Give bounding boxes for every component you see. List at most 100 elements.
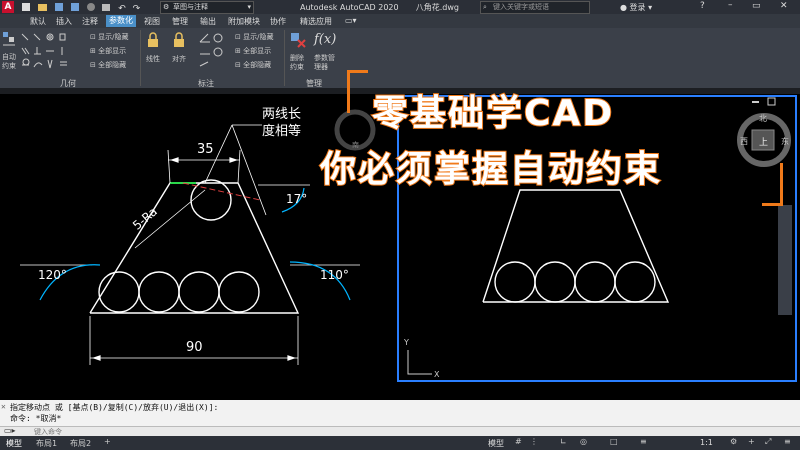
delete-constraints-label: 删除约束 — [290, 54, 304, 71]
show-hide-button-2[interactable]: ⊡ 显示/隐藏 — [235, 32, 273, 42]
show-all-icon: ⊞ — [235, 47, 244, 55]
ribbon-tab-bar: 默认 插入 注释 参数化 视图 管理 输出 附加模块 协作 精选应用 ▭▾ — [0, 14, 800, 28]
lineweight-icon[interactable]: ≡ — [640, 437, 647, 446]
help-icon[interactable]: ? — [700, 1, 705, 11]
angular-icon — [199, 33, 210, 43]
bottom-circle-3[interactable] — [178, 271, 220, 313]
hide-all-button-2[interactable]: ⊟ 全部隐藏 — [235, 60, 271, 70]
workspace-label: 草图与注释 — [173, 3, 208, 11]
banner-corner-bottom-right — [762, 163, 783, 206]
search-input[interactable]: ⌕ 键入关键字或短语 — [480, 1, 590, 14]
close-icon[interactable]: ✕ — [780, 1, 788, 11]
print-icon[interactable] — [102, 4, 111, 11]
aligned-dimension-button[interactable]: 对齐 — [172, 32, 194, 63]
binoculars-icon: ⌕ — [483, 3, 487, 11]
chevron-down-icon: ▾ — [247, 3, 251, 11]
tab-insert[interactable]: 插入 — [56, 16, 72, 27]
save-as-icon[interactable] — [70, 3, 79, 11]
fullscreen-icon[interactable]: ⤢ — [765, 437, 771, 447]
maximize-icon[interactable]: ▭ — [752, 1, 761, 11]
user-login[interactable]: ● 登录 ▾ — [620, 2, 652, 13]
file-name: 八角花.dwg — [415, 3, 459, 12]
trapezoid-outline[interactable] — [89, 182, 300, 314]
layout-tab-layout1[interactable]: 布局1 — [36, 438, 57, 449]
gear-icon[interactable]: ⚙ — [730, 437, 737, 446]
bottom-circle-1[interactable] — [98, 271, 140, 313]
status-bar: 模型 布局1 布局2 + 模型 # ⋮ ∟ ◎ □ ≡ 1:1 ⚙ + ⤢ ≡ — [0, 436, 800, 450]
search-placeholder: 键入关键字或短语 — [493, 3, 549, 11]
grid-icon[interactable]: # — [515, 437, 522, 446]
open-file-icon[interactable] — [37, 4, 47, 11]
redo-icon[interactable]: ↷ — [133, 4, 141, 14]
ribbon-options-icon[interactable]: ▭▾ — [345, 16, 357, 25]
divider — [140, 30, 141, 86]
tab-default[interactable]: 默认 — [30, 16, 46, 27]
tab-output[interactable]: 输出 — [200, 16, 216, 27]
bottom-circle-2[interactable] — [138, 271, 180, 313]
fix-icon — [59, 33, 66, 41]
linear-dimension-button[interactable]: 线性 — [146, 32, 168, 63]
tab-manage[interactable]: 管理 — [172, 16, 188, 27]
minimize-icon[interactable]: – — [728, 0, 733, 10]
dim-label-35[interactable]: 35 — [197, 142, 214, 157]
undo-icon[interactable]: ↶ — [118, 4, 126, 14]
diameter-icon — [213, 47, 223, 57]
menu-icon[interactable]: ≡ — [784, 437, 791, 446]
save-icon[interactable] — [54, 3, 63, 11]
polar-icon[interactable]: ◎ — [580, 437, 587, 446]
login-label: 登录 — [629, 3, 646, 12]
aligned-label: 对齐 — [172, 55, 186, 63]
show-all-icon: ⊞ — [90, 47, 99, 55]
tab-annotate[interactable]: 注释 — [82, 16, 98, 27]
snap-icon[interactable]: ⋮ — [530, 437, 538, 446]
add-layout-icon[interactable]: + — [104, 437, 111, 446]
layout-tab-model[interactable]: 模型 — [6, 438, 22, 449]
delete-constraints-icon — [291, 33, 306, 48]
autocad-logo-icon[interactable]: A — [2, 1, 14, 13]
auto-constrain-icon — [3, 32, 15, 46]
model-space-button[interactable]: 模型 — [488, 438, 504, 449]
tab-parametric[interactable]: 参数化 — [106, 15, 136, 27]
navigation-bar[interactable] — [778, 205, 792, 315]
command-close-icon[interactable]: ✕ — [1, 402, 6, 411]
show-hide-icon: ⊡ — [235, 33, 244, 41]
bottom-circle-4[interactable] — [218, 271, 260, 313]
command-history-line1: 指定移动点 或 [基点(B)/复制(C)/放弃(U)/退出(X)]: — [10, 403, 219, 412]
osnap-icon[interactable]: □ — [610, 437, 618, 446]
tab-collaborate[interactable]: 协作 — [270, 16, 286, 27]
annotation-scale[interactable]: 1:1 — [700, 438, 713, 447]
delete-constraints-button[interactable]: 删除约束 — [290, 32, 310, 71]
equal-icon — [60, 61, 67, 66]
parameters-manager-button[interactable]: f(x) 参数管理器 — [314, 32, 338, 71]
window-title: Autodesk AutoCAD 2020 八角花.dwg — [300, 2, 459, 13]
angle-label-110[interactable]: 110° — [320, 268, 349, 282]
show-all-button-1[interactable]: ⊞ 全部显示 — [90, 46, 126, 56]
plus-icon[interactable]: + — [748, 437, 755, 446]
tab-view[interactable]: 视图 — [144, 16, 160, 27]
workspace-selector[interactable]: ⚙ 草图与注释 ▾ — [160, 1, 254, 14]
angle-label-120[interactable]: 120° — [38, 268, 67, 282]
quick-access-toolbar: ↶ ↷ — [22, 3, 144, 14]
radius-icon — [213, 33, 223, 43]
angle-label-17[interactable]: 17° — [286, 192, 307, 206]
web-icon[interactable] — [86, 3, 95, 11]
collinear-icon — [33, 33, 41, 41]
dim-label-90[interactable]: 90 — [186, 340, 203, 355]
fx-icon: f(x) — [314, 32, 337, 47]
show-hide-button-1[interactable]: ⊡ 显示/隐藏 — [90, 32, 128, 42]
auto-constrain-label: 自动约束 — [2, 53, 16, 70]
show-all-button-2[interactable]: ⊞ 全部显示 — [235, 46, 271, 56]
linear-label: 线性 — [146, 55, 160, 63]
tab-featured-apps[interactable]: 精选应用 — [300, 16, 332, 27]
auto-constrain-button[interactable]: 自动约束 — [2, 31, 18, 70]
layout-tab-layout2[interactable]: 布局2 — [70, 438, 91, 449]
center-line — [182, 182, 261, 201]
note-text-line2: 度相等 — [262, 124, 302, 139]
new-file-icon[interactable] — [22, 3, 30, 11]
show-hide-icon: ⊡ — [90, 33, 99, 41]
hide-all-button-1[interactable]: ⊟ 全部隐藏 — [90, 60, 126, 70]
tab-addins[interactable]: 附加模块 — [228, 16, 260, 27]
lock-icon — [148, 32, 158, 47]
app-name: Autodesk AutoCAD 2020 — [300, 3, 399, 12]
ortho-icon[interactable]: ∟ — [560, 437, 567, 446]
